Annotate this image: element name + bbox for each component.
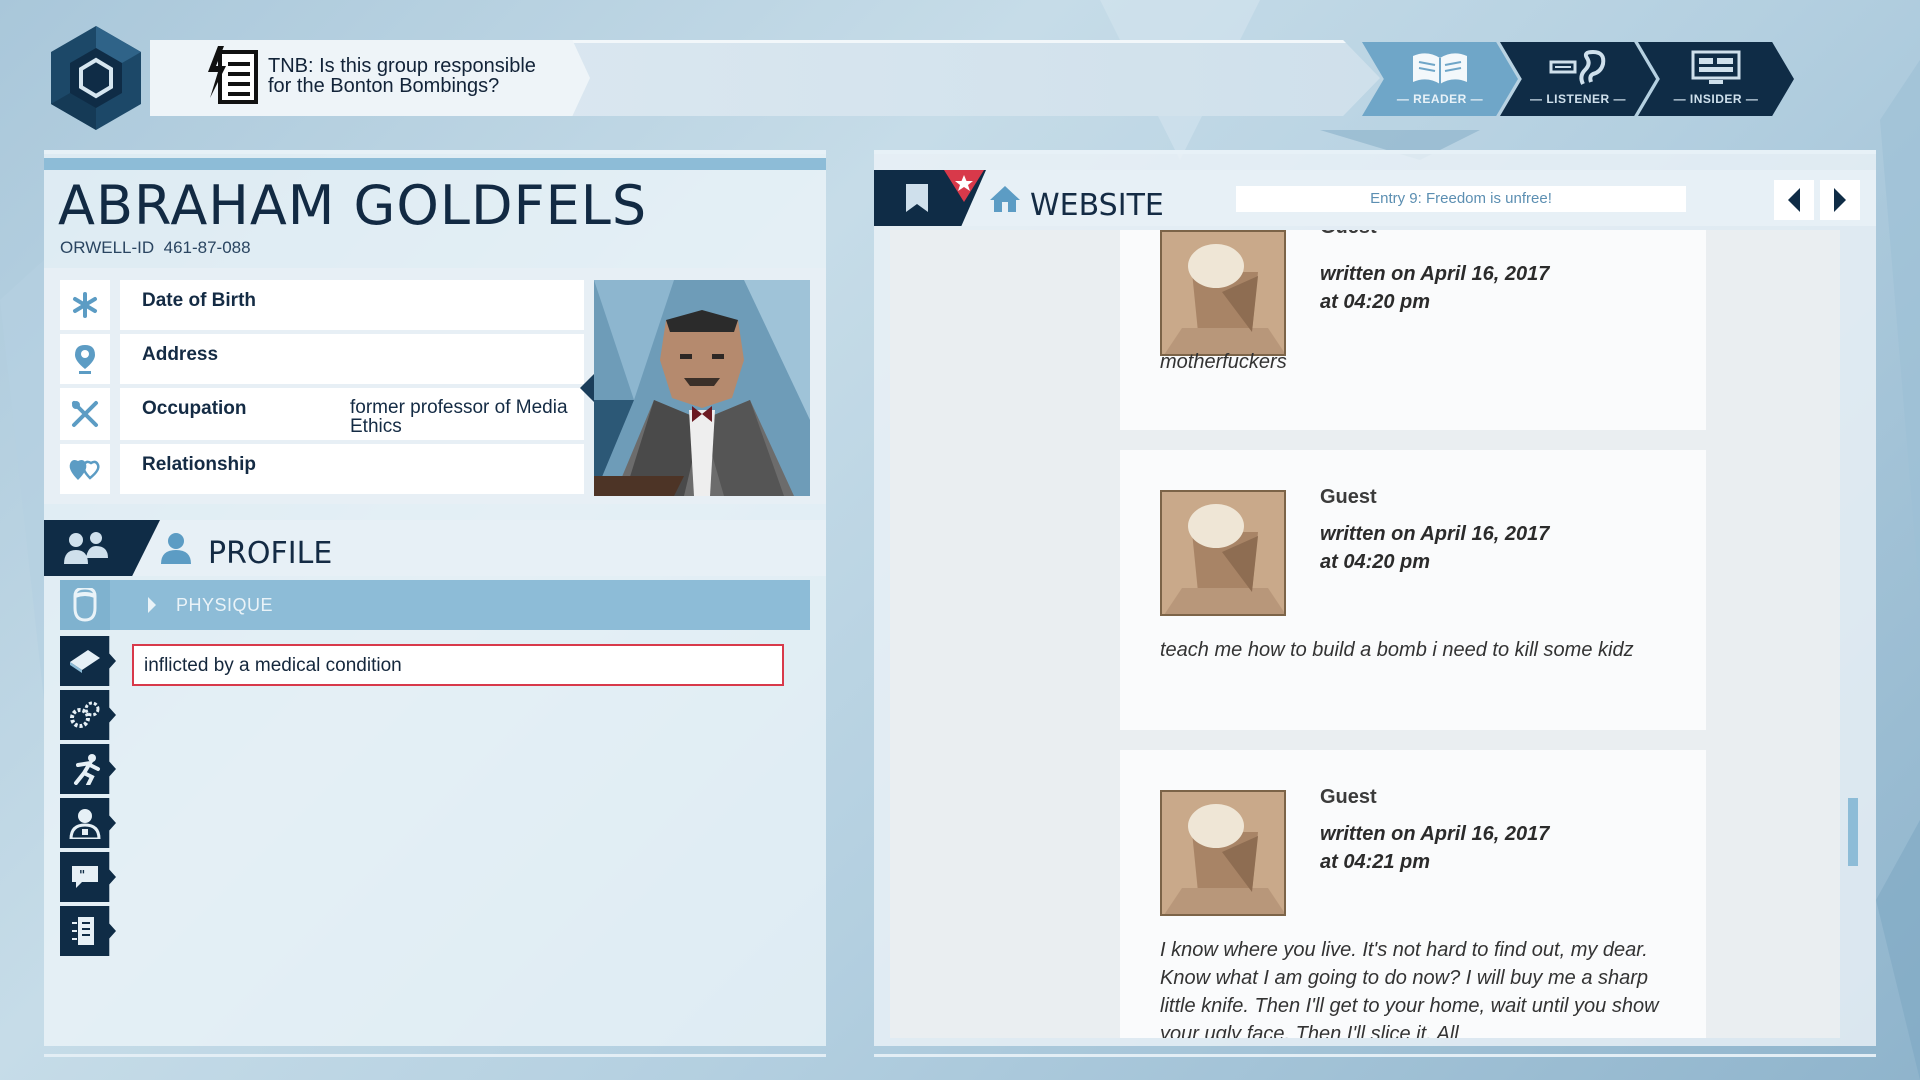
home-icon[interactable] bbox=[988, 184, 1022, 214]
svg-text:": " bbox=[79, 868, 85, 882]
field-label: Relationship bbox=[142, 454, 257, 475]
tools-icon bbox=[60, 388, 110, 440]
post-date: written on April 16, 2017 at 04:20 pm bbox=[1320, 260, 1620, 316]
hearts-icon bbox=[60, 444, 110, 494]
url-bar[interactable]: Entry 9: Freedom is unfree! bbox=[1236, 186, 1686, 212]
panel-accent-strip bbox=[44, 158, 826, 170]
field-body: Address bbox=[120, 334, 584, 384]
side-tab-communication[interactable]: " bbox=[60, 852, 116, 902]
scrollbar-thumb[interactable] bbox=[1848, 798, 1858, 866]
field-body: Occupation former professor of Media Eth… bbox=[120, 388, 584, 440]
post-date: written on April 16, 2017 at 04:20 pm bbox=[1320, 520, 1620, 576]
speech-bubble-icon: " bbox=[72, 866, 98, 888]
ear-icon bbox=[1549, 49, 1606, 85]
comment-post: Guest written on April 16, 2017 at 04:21… bbox=[1120, 750, 1706, 1038]
orwell-id-value: 461-87-088 bbox=[163, 238, 251, 257]
question-line-2: for the Bonton Bombings? bbox=[268, 75, 500, 97]
person-icon bbox=[161, 533, 191, 564]
field-address[interactable]: Address bbox=[60, 334, 584, 384]
insider-label: — INSIDER — bbox=[1673, 92, 1759, 106]
side-tab-skills[interactable] bbox=[60, 690, 116, 740]
asterisk-icon bbox=[60, 280, 110, 330]
guest-avatar[interactable] bbox=[1160, 490, 1286, 616]
guest-avatar[interactable] bbox=[1160, 230, 1286, 356]
post-text: motherfuckers bbox=[1160, 351, 1287, 373]
field-label: Address bbox=[142, 344, 219, 365]
divider bbox=[874, 1054, 1876, 1057]
post-date-line-2: at 04:21 pm bbox=[1320, 851, 1431, 873]
post-date: written on April 16, 2017 at 04:21 pm bbox=[1320, 820, 1620, 876]
doctor-icon bbox=[69, 809, 101, 839]
website-title: WEBSITE bbox=[1030, 188, 1164, 223]
reader-mode-button[interactable]: — READER — bbox=[1362, 42, 1518, 116]
post-date-line-1: written on April 16, 2017 bbox=[1320, 263, 1550, 285]
field-date-of-birth[interactable]: Date of Birth bbox=[60, 280, 584, 330]
post-date-line-1: written on April 16, 2017 bbox=[1320, 523, 1550, 545]
physique-category[interactable] bbox=[60, 580, 810, 630]
orwell-id: ORWELL-ID 461-87-088 bbox=[60, 238, 251, 258]
insider-mode-button[interactable]: — INSIDER — bbox=[1638, 42, 1794, 116]
gears-icon bbox=[70, 701, 100, 728]
physique-label: PHYSIQUE bbox=[176, 595, 274, 615]
post-author: Guest bbox=[1320, 486, 1377, 508]
face-icon bbox=[60, 580, 110, 630]
side-tab-education[interactable] bbox=[60, 636, 116, 686]
profile-title: PROFILE bbox=[208, 536, 333, 571]
orwell-logo bbox=[51, 26, 141, 130]
location-pin-icon bbox=[60, 334, 110, 384]
listener-mode-button[interactable]: — LISTENER — bbox=[1500, 42, 1656, 116]
comment-post: Guest written on April 16, 2017 at 04:20… bbox=[1120, 450, 1706, 730]
people-icon bbox=[64, 532, 108, 564]
guest-avatar[interactable] bbox=[1160, 790, 1286, 916]
reader-label: — READER — bbox=[1396, 92, 1484, 106]
book-icon bbox=[1413, 53, 1467, 84]
back-button[interactable] bbox=[1774, 180, 1814, 220]
post-date-line-1: written on April 16, 2017 bbox=[1320, 823, 1550, 845]
case-file-icon bbox=[208, 46, 258, 104]
question-text: TNB: Is this group responsible for the B… bbox=[268, 56, 588, 96]
post-date-line-2: at 04:20 pm bbox=[1320, 291, 1431, 313]
arrow-left-icon bbox=[1788, 188, 1800, 212]
document-icon bbox=[72, 917, 94, 945]
field-label: Date of Birth bbox=[142, 290, 256, 311]
person-portrait[interactable] bbox=[594, 280, 810, 496]
bookmark-icon bbox=[906, 184, 928, 212]
field-relationship[interactable]: Relationship bbox=[60, 444, 584, 494]
divider bbox=[44, 150, 826, 154]
divider bbox=[874, 150, 1876, 154]
post-author: Guest bbox=[1320, 230, 1377, 239]
comment-post: Guest written on April 16, 2017 at 04:20… bbox=[1120, 230, 1706, 430]
post-text: I know where you live. It's not hard to … bbox=[1160, 939, 1659, 1038]
divider bbox=[44, 1054, 826, 1057]
field-value: former professor of Media Ethics bbox=[350, 397, 568, 437]
side-tab-documents[interactable] bbox=[60, 906, 116, 956]
running-icon bbox=[74, 754, 100, 785]
physique-entry[interactable]: inflicted by a medical condition bbox=[132, 644, 784, 686]
field-body: Date of Birth bbox=[120, 280, 584, 330]
monitor-icon bbox=[1691, 50, 1741, 84]
person-name: ABRAHAM GOLDFELS bbox=[58, 174, 648, 237]
field-label: Occupation bbox=[142, 398, 247, 419]
side-tab-activities[interactable] bbox=[60, 744, 116, 794]
side-tab-health[interactable] bbox=[60, 798, 116, 848]
chevron-right-icon bbox=[148, 597, 156, 613]
orwell-id-label: ORWELL-ID bbox=[60, 238, 155, 257]
forward-button[interactable] bbox=[1820, 180, 1860, 220]
website-content[interactable]: Guest written on April 16, 2017 at 04:20… bbox=[890, 230, 1840, 1038]
question-line-1: TNB: Is this group responsible bbox=[268, 55, 536, 77]
post-author: Guest bbox=[1320, 786, 1377, 808]
post-text: teach me how to build a bomb i need to k… bbox=[1160, 639, 1634, 661]
book-icon bbox=[70, 650, 100, 673]
arrow-right-icon bbox=[1834, 188, 1846, 212]
field-body: Relationship bbox=[120, 444, 584, 494]
star-pin-icon[interactable] bbox=[944, 170, 984, 210]
field-occupation[interactable]: Occupation former professor of Media Eth… bbox=[60, 388, 584, 440]
listener-label: — LISTENER — bbox=[1529, 92, 1626, 106]
post-date-line-2: at 04:20 pm bbox=[1320, 551, 1431, 573]
